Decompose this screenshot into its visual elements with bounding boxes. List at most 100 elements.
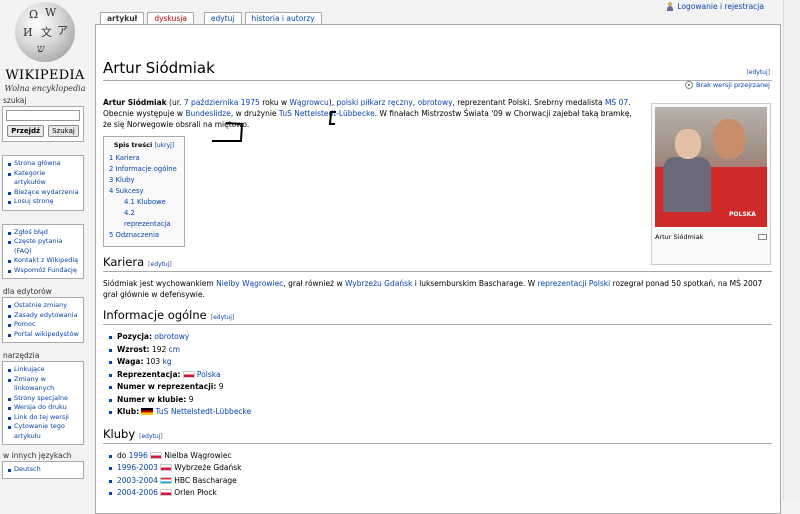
search-button[interactable]: Szukaj [48,125,79,137]
title-edit-link[interactable]: [edytuj] [746,69,770,76]
info-list: Pozycja: obrotowy Wzrost: 192 cm Waga: 1… [103,331,772,419]
personal-tools: Logowanie i rejestracja [666,2,764,11]
year-link[interactable]: 1996-2003 [117,463,158,472]
fact-label: Klub: [117,407,140,416]
tab-edit[interactable]: edytuj [203,12,242,24]
sidebar-item-community-portal[interactable]: Portal wikipedystów [7,330,79,340]
list-item: 2003-2004 HBC Bascharage [109,475,772,488]
list-item: Reprezentacja: Polska [109,369,772,382]
toc-item[interactable]: 4.1 Klubowe [109,197,179,208]
sidebar-item-report-error[interactable]: Zgłoś błąd [7,228,79,238]
year-link[interactable]: 1996 [129,451,148,460]
sidebar-item-cite[interactable]: Cytowanie tego artykułu [7,422,79,441]
sport-link[interactable]: polski piłkarz ręczny [337,98,413,107]
toc-item[interactable]: 4 Sukcesy [109,186,179,197]
fact-label: Wzrost: [117,344,150,354]
sidebar-item-help[interactable]: Pomoc [7,320,79,330]
unit-link[interactable]: cm [169,345,180,354]
globe-glyph: W [45,6,57,19]
sidebar-item-categories[interactable]: Kategorie artykułów [7,169,79,188]
club-link[interactable]: TuS Nettelstedt-Lübbecke [279,109,375,118]
review-status-icon [684,81,693,89]
sidebar-item-lang-de[interactable]: Deutsch [7,465,79,475]
sidebar-item-recent-changes[interactable]: Ostatnie zmiany [7,301,79,311]
fact-label: Waga: [117,357,144,366]
tab-history[interactable]: historia i autorzy [244,12,322,24]
position-link[interactable]: obrotowy [418,98,453,107]
go-button[interactable]: Przejdź [7,125,45,137]
toc-heading: Spis treści [113,141,153,149]
championship-link[interactable]: MŚ 07 [605,98,628,107]
toc-item[interactable]: 4.2 reprezentacja [109,208,179,230]
user-icon [666,2,674,11]
sidebar-item-special-pages[interactable]: Strony specjalne [7,394,79,404]
sidebar-item-random[interactable]: Losuj stronę [7,197,79,207]
sidebar-item-faq[interactable]: Częste pytania (FAQ) [7,237,79,256]
wikipedia-logo[interactable]: Ω W И 文 ア ש WIKIPEDIA Wolna encyklopedia [2,0,88,100]
toc-item[interactable]: 1 Kariera [109,153,179,164]
article-content: Artur Siódmiak [edytuj] Brak wersji prze… [95,24,781,514]
search-input[interactable] [6,110,80,121]
league-link[interactable]: Bundeslidze [185,109,230,118]
club-name: Wybrzeże Gdańsk [174,463,242,472]
tab-discussion[interactable]: dyskusja [147,12,194,24]
globe-glyph: И [23,26,33,39]
sidebar-item-print[interactable]: Wersja do druku [7,403,79,413]
luxembourg-flag-icon [160,476,173,484]
sidebar-item-donate[interactable]: Wspomóż Fundację [7,266,79,276]
flagged-revs-notice[interactable]: Brak wersji przejrzanej [684,81,770,89]
login-link[interactable]: Logowanie i rejestracja [677,2,764,11]
clubs-list: do 1996 Nielba Wągrowiec 1996-2003 Wybrz… [103,450,772,500]
year-link[interactable]: 2003-2004 [117,476,158,485]
club-name: Nielba Wągrowiec [164,450,232,460]
fact-value-link[interactable]: obrotowy [154,332,189,341]
sidebar-item-main-page[interactable]: Strona główna [7,159,79,169]
birthdate-link[interactable]: 7 października 1975 [184,98,260,107]
sidebar-item-contact[interactable]: Kontakt z Wikipedią [7,256,79,266]
tools-portlet: Linkujące Zmiany w linkowanych Strony sp… [2,361,84,445]
sidebar-item-what-links-here[interactable]: Linkujące [7,365,79,375]
fact-value: 192 [151,344,169,354]
toc-toggle[interactable]: [ukryj] [154,142,174,149]
player-photo[interactable]: POLSKA [655,107,767,227]
year-link[interactable]: 2004-2006 [117,488,158,497]
list-item: Numer w reprezentacji: 9 [109,381,772,394]
logo-tagline: Wolna encyklopedia [4,84,86,93]
edit-label: edytuj [141,432,161,440]
sidebar-item-current-events[interactable]: Bieżące wydarzenia [7,188,79,198]
enlarge-icon[interactable] [758,234,767,240]
club-name: Orlen Płock [174,488,217,497]
club-link[interactable]: Wybrzeżu Gdańsk [345,279,412,288]
tab-article[interactable]: artykuł [100,12,145,24]
toc-item[interactable]: 5 Odznaczenia [109,230,179,241]
unit-link[interactable]: kg [163,357,172,366]
intro-paragraph: Artur Siódmiak (ur. 7 października 1975 … [103,97,633,130]
fact-label: Reprezentacja: [117,369,181,379]
section-edit-link[interactable]: [edytuj] [211,314,235,321]
sidebar-item-related-changes[interactable]: Zmiany w linkowanych [7,375,79,394]
edit-label: edytuj [213,314,232,321]
sidebar-item-editing-rules[interactable]: Zasady edytowania [7,311,79,321]
fact-value-link[interactable]: Polska [197,370,221,379]
poland-flag-icon [150,451,163,459]
flagged-revs-text: Brak wersji przejrzanej [695,81,770,89]
list-item: Waga: 103 kg [109,356,772,369]
section-edit-link[interactable]: [edytuj] [148,261,172,268]
birthplace-link[interactable]: Wągrowcu [290,98,329,107]
germany-flag-icon [141,408,154,415]
page-title-text: Artur Siódmiak [103,59,215,77]
globe-glyph: 文 [41,26,52,39]
text: , grał również w [283,279,345,288]
section-heading: Kariera [103,255,145,269]
globe-glyph: ש [37,42,45,55]
text: roku w [259,98,290,107]
toc-item[interactable]: 2 Informacje ogólne [109,164,179,175]
page-scrollbar[interactable] [783,0,800,500]
national-team-link[interactable]: reprezentacji Polski [538,279,611,288]
section-edit-link[interactable]: [edytuj] [139,433,163,440]
club-link[interactable]: Nielby Wągrowiec [216,279,283,288]
poland-flag-icon [160,464,173,471]
toc-item[interactable]: 3 Kluby [109,175,179,186]
fact-value-link[interactable]: TuS Nettelstedt-Lübbecke [155,407,251,416]
sidebar-item-permalink[interactable]: Link do tej wersji [7,413,79,423]
